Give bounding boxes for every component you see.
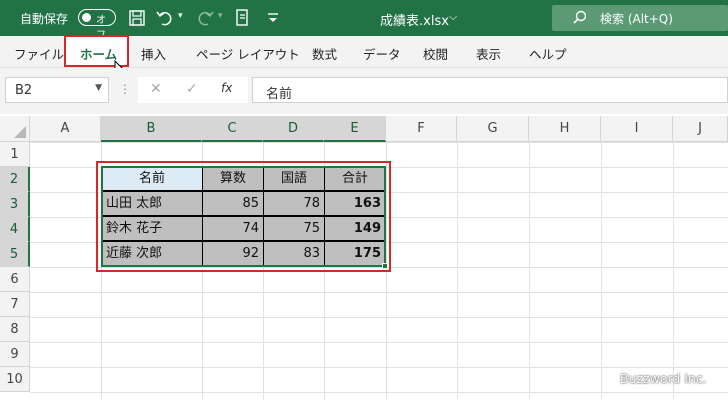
column-header-f[interactable]: F	[386, 116, 457, 142]
row-header-9[interactable]: 9	[0, 342, 30, 367]
toggle-knob-icon	[82, 13, 91, 22]
search-box[interactable]: 検索 (Alt+Q)	[552, 5, 728, 31]
name-box-value: B2	[15, 83, 33, 98]
row-header-10[interactable]: 10	[0, 367, 30, 392]
autosave-toggle[interactable]: オフ	[78, 9, 116, 41]
title-chevron-down-icon[interactable]: ⌵	[449, 10, 457, 24]
tab-data[interactable]: データ	[363, 44, 401, 63]
column-header-b[interactable]: B	[101, 116, 202, 142]
format-painter-icon[interactable]	[232, 7, 254, 29]
gridline	[601, 142, 602, 400]
customize-toolbar-icon[interactable]	[262, 7, 284, 29]
tab-view[interactable]: 表示	[476, 44, 501, 63]
column-header-e[interactable]: E	[324, 116, 386, 142]
tab-insert[interactable]: 挿入	[141, 44, 166, 63]
column-header-h[interactable]: H	[529, 116, 601, 142]
row-header-2[interactable]: 2	[0, 167, 30, 192]
gridline	[457, 142, 458, 400]
cancel-icon[interactable]: ✕	[150, 81, 162, 97]
autosave-label: 自動保存	[20, 12, 69, 26]
row-header-1[interactable]: 1	[0, 142, 30, 167]
tab-home[interactable]: ホーム	[80, 44, 117, 63]
formula-input[interactable]: 名前	[252, 77, 728, 103]
row-header-5[interactable]: 5	[0, 242, 30, 267]
formula-bar: B2 ▼ ⋮ ✕ ✓ fx 名前	[0, 68, 728, 114]
excel-window: 自動保存 オフ ▾ ▾ 成績表.xlsx ⌵	[0, 0, 728, 400]
row-header-7[interactable]: 7	[0, 292, 30, 317]
redo-dropdown-icon[interactable]: ▾	[218, 11, 223, 21]
column-header-a[interactable]: A	[30, 116, 101, 142]
row-header-8[interactable]: 8	[0, 317, 30, 342]
row-header-4[interactable]: 4	[0, 217, 30, 242]
enter-icon[interactable]: ✓	[186, 81, 198, 97]
tab-formulas[interactable]: 数式	[312, 44, 337, 63]
column-header-g[interactable]: G	[457, 116, 529, 142]
undo-icon[interactable]	[154, 7, 176, 29]
tab-review[interactable]: 校閲	[423, 44, 448, 63]
column-header-j[interactable]: J	[673, 116, 728, 142]
row-header-6[interactable]: 6	[0, 267, 30, 292]
name-box[interactable]: B2 ▼	[5, 77, 109, 103]
select-all-button[interactable]	[0, 116, 30, 142]
column-header-i[interactable]: I	[601, 116, 673, 142]
column-header-c[interactable]: C	[202, 116, 263, 142]
row-header-3[interactable]: 3	[0, 192, 30, 217]
gridline	[529, 142, 530, 400]
name-box-dropdown-icon[interactable]: ▼	[95, 83, 102, 93]
save-icon[interactable]	[126, 7, 148, 29]
tab-file[interactable]: ファイル	[14, 44, 64, 63]
gridline	[673, 142, 674, 400]
formula-input-value: 名前	[266, 87, 293, 102]
insert-function-icon[interactable]: fx	[221, 81, 232, 95]
tab-page-layout[interactable]: ページ レイアウト	[196, 44, 300, 63]
search-icon	[573, 10, 587, 24]
column-header-d[interactable]: D	[263, 116, 324, 142]
more-options-icon[interactable]: ⋮	[119, 82, 131, 96]
range-highlight	[96, 161, 391, 272]
title-bar: 自動保存 オフ ▾ ▾ 成績表.xlsx ⌵	[0, 0, 728, 41]
search-label: 検索 (Alt+Q)	[600, 12, 673, 26]
tab-help[interactable]: ヘルプ	[529, 44, 567, 63]
undo-dropdown-icon[interactable]: ▾	[178, 11, 183, 21]
watermark: Buzzword Inc.	[620, 371, 707, 386]
select-all-triangle-icon	[14, 126, 26, 138]
redo-icon[interactable]	[194, 7, 216, 29]
document-title[interactable]: 成績表.xlsx	[380, 10, 449, 29]
